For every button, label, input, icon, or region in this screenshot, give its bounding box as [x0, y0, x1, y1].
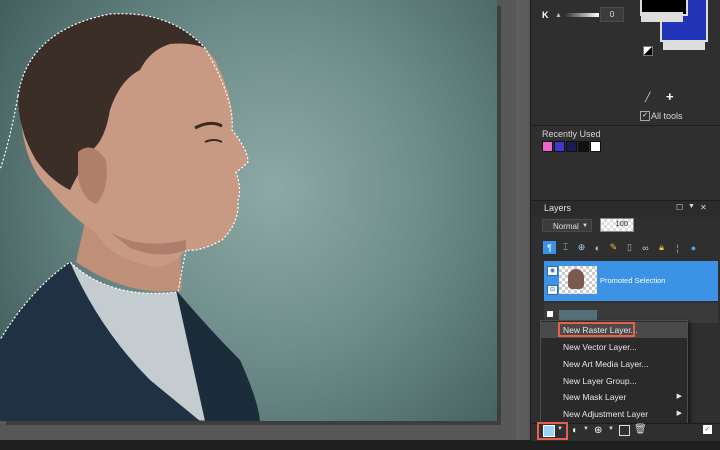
- link-icon[interactable]: ∞: [639, 241, 652, 254]
- eye-icon[interactable]: [547, 311, 553, 317]
- chevron-down-icon[interactable]: ▼: [608, 426, 614, 432]
- recent-color-swatch[interactable]: [578, 141, 589, 152]
- new-layer-icon[interactable]: [543, 425, 555, 437]
- menu-item-new-art-media-layer[interactable]: New Art Media Layer...: [541, 356, 687, 372]
- layer-select-icon[interactable]: ⌶: [559, 241, 572, 254]
- chevron-down-icon[interactable]: ▼: [583, 426, 589, 432]
- lock-icon[interactable]: 🔒︎: [655, 241, 668, 254]
- highlight-callout: [558, 322, 635, 337]
- divider: [531, 125, 720, 126]
- mask-icon[interactable]: ⊕: [575, 241, 588, 254]
- triangle-icon: ▲: [555, 12, 562, 19]
- menu-item-label: New Vector Layer...: [563, 342, 637, 352]
- pencil-icon[interactable]: ╱: [645, 92, 650, 103]
- merge-icon[interactable]: [619, 425, 630, 436]
- layer-thumbnail: [559, 266, 597, 294]
- menu-item-new-adjustment-layer[interactable]: New Adjustment Layer ▶: [541, 406, 687, 422]
- layers-panel-title: Layers: [544, 203, 572, 213]
- menu-item-new-vector-layer[interactable]: New Vector Layer...: [541, 339, 687, 355]
- pencil-icon[interactable]: ✎: [607, 241, 620, 254]
- recent-color-swatch[interactable]: [554, 141, 565, 152]
- portrait-image: [0, 13, 260, 421]
- check-icon[interactable]: ✓: [703, 425, 712, 434]
- menu-item-label: New Mask Layer: [563, 392, 627, 402]
- swap-colors-icon[interactable]: [643, 46, 653, 56]
- blend-mode-select[interactable]: Normal ▼: [542, 219, 592, 232]
- recently-used-label: Recently Used: [542, 129, 601, 139]
- menu-item-new-layer-group[interactable]: New Layer Group...: [541, 373, 687, 389]
- submenu-arrow-icon: ▶: [676, 410, 682, 417]
- opacity-value: 100: [615, 219, 628, 228]
- blend-mode-value: Normal: [553, 222, 579, 231]
- status-strip: [0, 440, 720, 450]
- mask-icon[interactable]: ⊛: [594, 425, 602, 436]
- layer-visibility-icon[interactable]: ¶: [543, 241, 556, 254]
- all-tools-checkbox[interactable]: ✓: [640, 111, 650, 121]
- separator-icon: ¦: [676, 242, 679, 253]
- k-value-input[interactable]: 0: [600, 7, 624, 22]
- submenu-arrow-icon: ▶: [676, 393, 682, 400]
- maximize-icon[interactable]: ☐: [676, 203, 683, 212]
- chevron-down-icon[interactable]: ▼: [688, 203, 695, 210]
- layer-name[interactable]: Promoted Selection: [600, 276, 665, 285]
- canvas-shadow: [497, 6, 501, 424]
- photo-canvas[interactable]: [0, 0, 497, 421]
- menu-item-label: New Adjustment Layer: [563, 409, 649, 419]
- menu-item-label: New Art Media Layer...: [563, 359, 649, 369]
- plus-icon[interactable]: +: [666, 89, 674, 104]
- k-slider[interactable]: [565, 13, 599, 17]
- recent-color-swatch[interactable]: [542, 141, 553, 152]
- texture-buttons-fg[interactable]: [641, 12, 683, 22]
- all-tools-label: All tools: [651, 111, 683, 121]
- chevron-down-icon[interactable]: ▼: [557, 426, 563, 432]
- layer-toolbar: ¶ ⌶ ⊕ ◐ ✎ ▯ ∞ 🔒︎ ¦ ●: [543, 241, 700, 254]
- trash-icon[interactable]: 🗑︎: [634, 424, 647, 435]
- chevron-down-icon: ▼: [582, 223, 588, 229]
- recent-colors: [542, 141, 601, 152]
- layer-properties-icon[interactable]: ▯: [623, 241, 636, 254]
- vertical-scrollbar[interactable]: [516, 0, 528, 440]
- opacity-input[interactable]: 100: [600, 218, 634, 232]
- recent-color-swatch[interactable]: [590, 141, 601, 152]
- close-icon[interactable]: ✕: [700, 203, 707, 212]
- brush-icon[interactable]: ◖: [571, 425, 577, 436]
- lock-icon[interactable]: ⊟: [547, 285, 558, 295]
- menu-item-label: New Layer Group...: [563, 376, 637, 386]
- channels-icon[interactable]: ●: [687, 241, 700, 254]
- layer-style-icon[interactable]: ◐: [591, 241, 604, 254]
- eye-icon[interactable]: ◉: [547, 266, 558, 276]
- recent-color-swatch[interactable]: [566, 141, 577, 152]
- k-channel-label: K: [542, 10, 549, 20]
- texture-buttons-bg[interactable]: [663, 40, 705, 50]
- menu-item-new-mask-layer[interactable]: New Mask Layer ▶: [541, 389, 687, 405]
- canvas-shadow: [6, 421, 501, 425]
